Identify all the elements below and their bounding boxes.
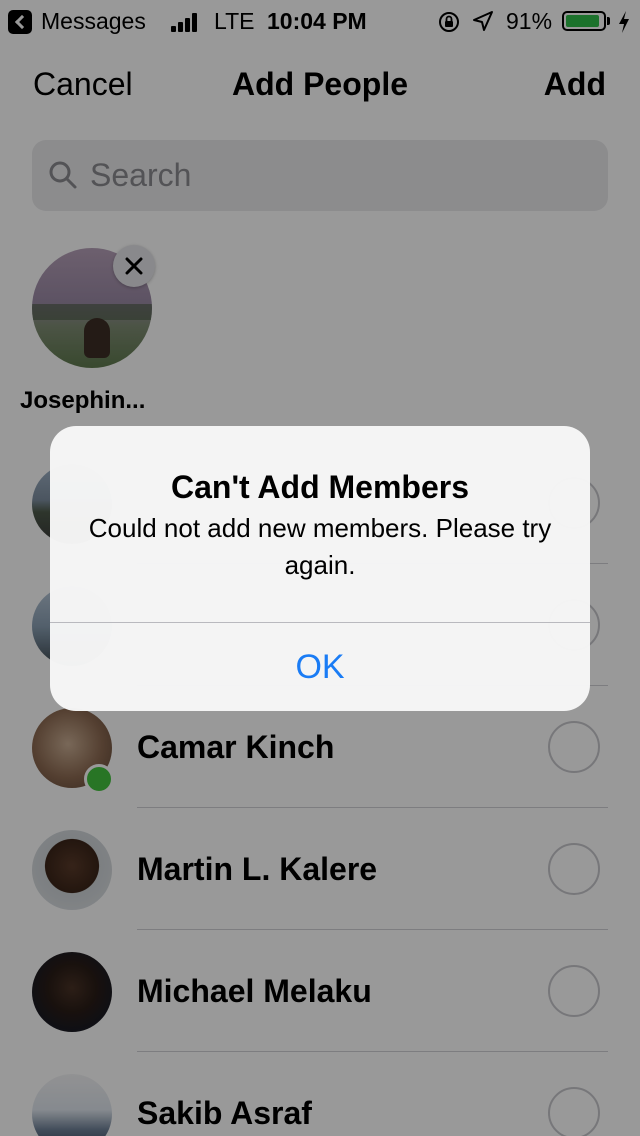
alert-dialog: Can't Add Members Could not add new memb… xyxy=(50,426,590,711)
add-people-screen: Messages LTE 10:04 PM 91% Cancel Add Peo… xyxy=(0,0,640,1136)
ok-button[interactable]: OK xyxy=(50,623,590,711)
alert-title: Can't Add Members xyxy=(170,469,469,505)
alert-message: Could not add new members. Please try ag… xyxy=(88,513,552,580)
